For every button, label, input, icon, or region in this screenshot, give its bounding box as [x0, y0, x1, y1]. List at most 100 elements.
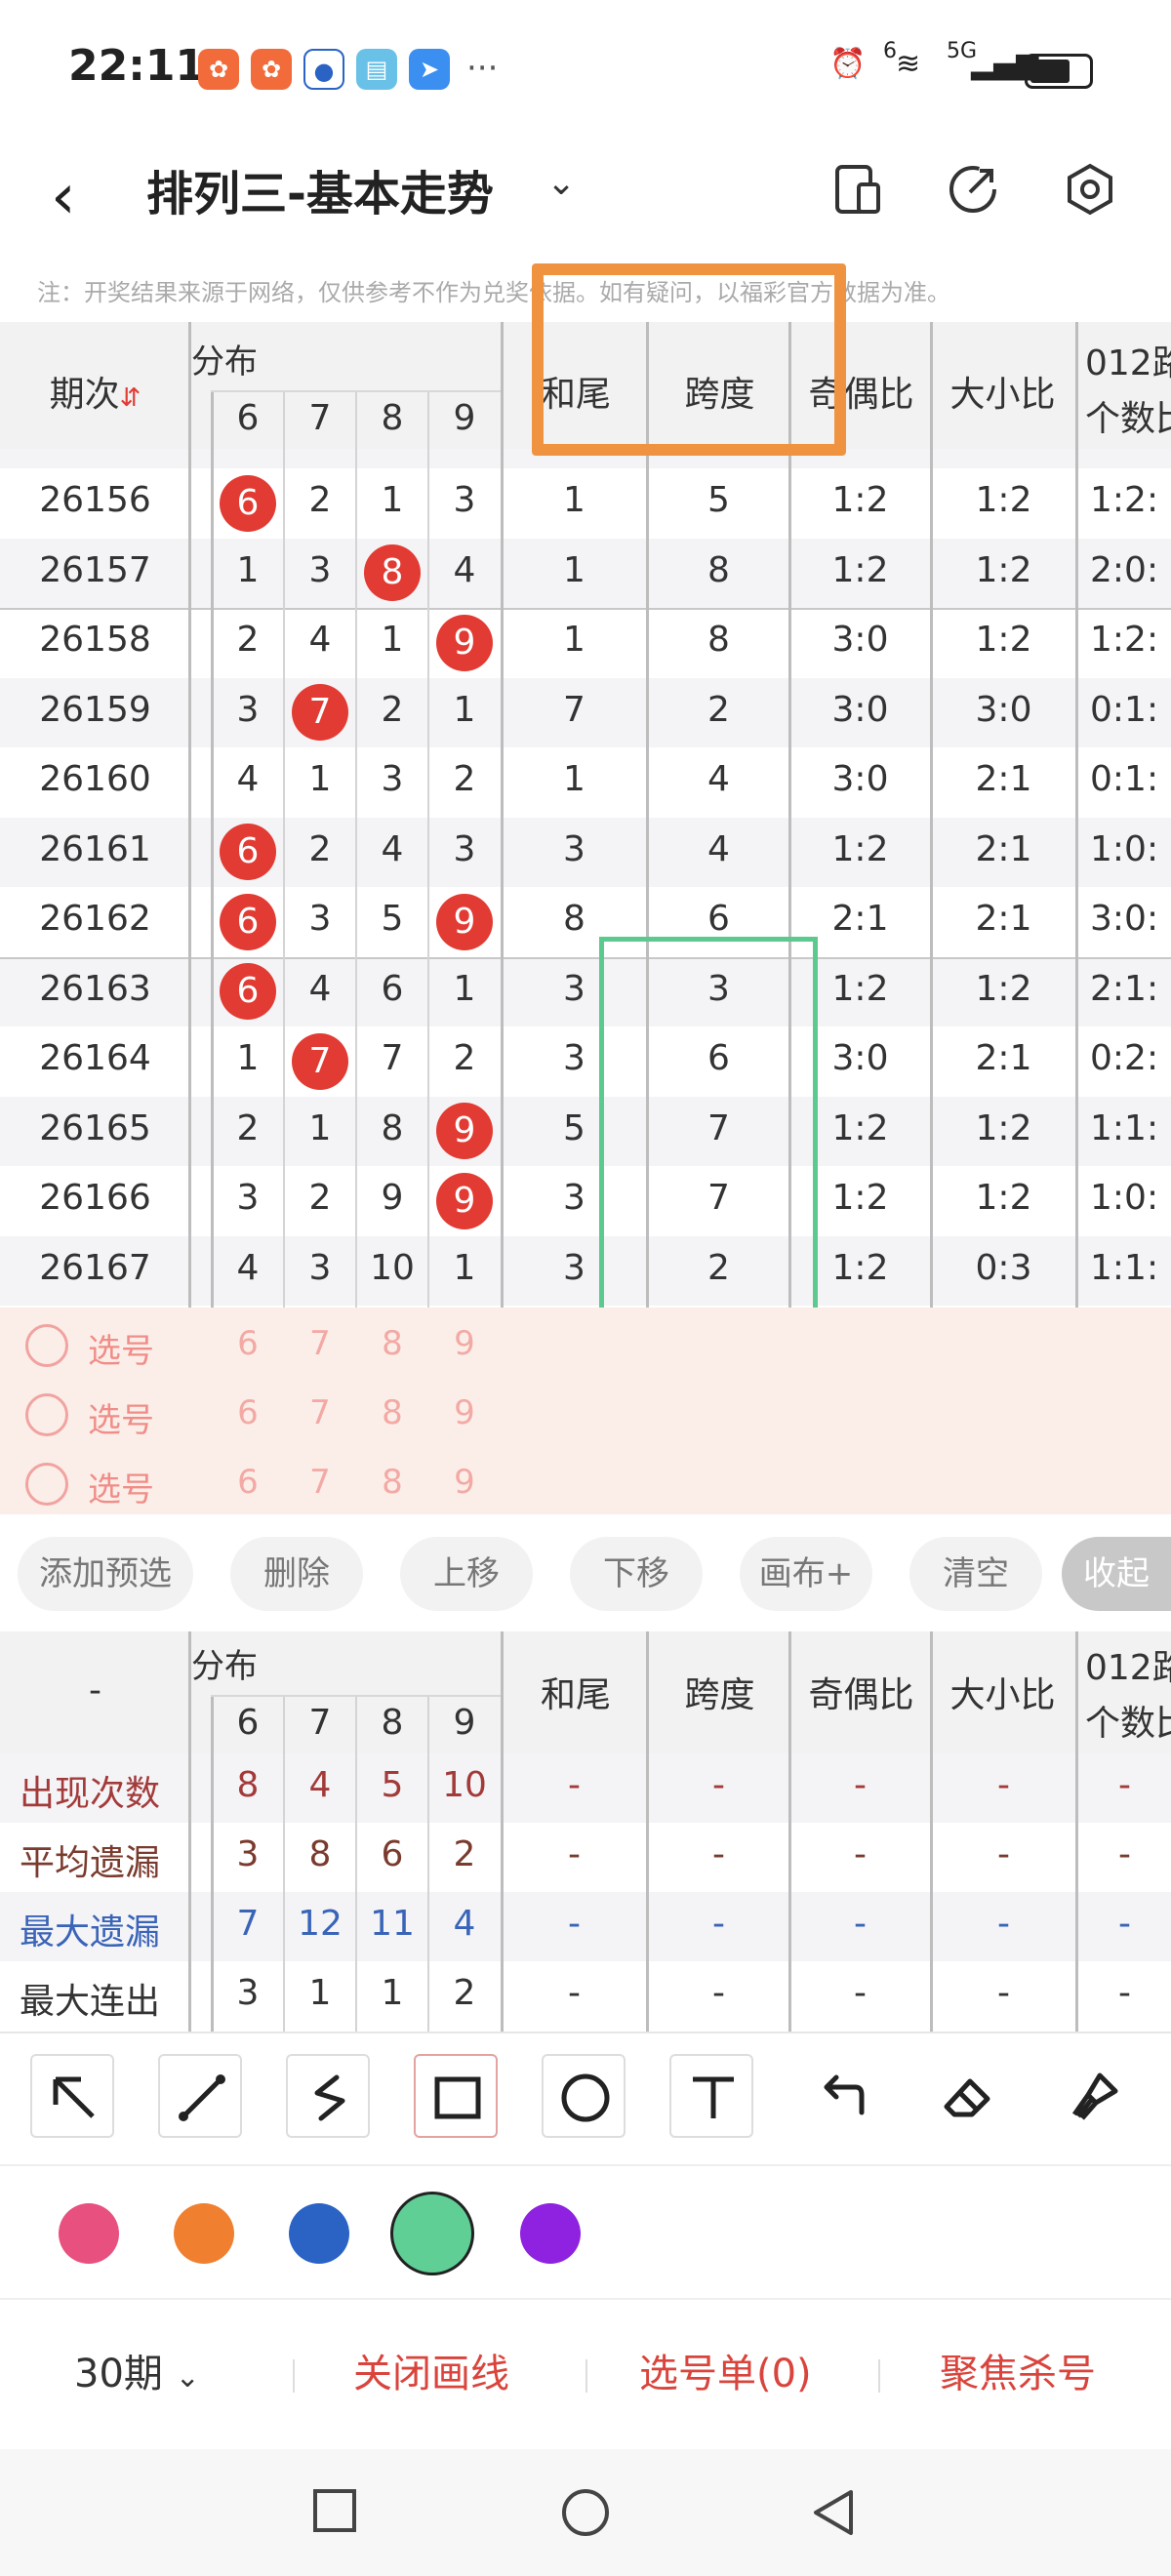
collapse-button[interactable]: 收起	[1062, 1537, 1171, 1611]
period-cell: 26164	[39, 1038, 151, 1078]
stats-dash: -	[854, 1765, 867, 1805]
digit-cell: 3	[308, 549, 332, 590]
period-sort-header[interactable]: 期次⇵	[0, 366, 190, 417]
recent-apps-icon[interactable]	[310, 2486, 359, 2535]
circle-tool-button[interactable]	[542, 2054, 626, 2138]
eraser-icon[interactable]	[925, 2054, 1009, 2138]
pick-digit[interactable]: 9	[443, 1324, 486, 1363]
hit-number-ball: 6	[220, 963, 276, 1021]
focus-kill-button[interactable]: 聚焦杀号	[940, 2342, 1096, 2398]
stats-dash: -	[568, 1904, 581, 1944]
pick-label[interactable]: 选号	[88, 1463, 154, 1510]
share-icon[interactable]	[945, 161, 1001, 218]
divider	[586, 2359, 587, 2393]
period-select[interactable]: 30期 ⌄	[74, 2342, 200, 2398]
column-divider	[211, 1695, 214, 2032]
pick-list-button[interactable]: 选号单(0)	[639, 2342, 812, 2398]
home-icon[interactable]	[559, 2486, 612, 2539]
stats-sum-tail-header: 和尾	[540, 1675, 611, 1715]
settings-icon[interactable]	[1062, 161, 1118, 218]
circle-icon	[561, 2073, 610, 2122]
pick-digit[interactable]: 8	[371, 1463, 414, 1502]
odd-even-cell: 3:0	[831, 759, 889, 799]
close-drawing-button[interactable]: 关闭画线	[353, 2342, 509, 2398]
undo-icon[interactable]	[797, 2054, 881, 2138]
move-up-button[interactable]: 上移	[400, 1537, 533, 1611]
pick-digit[interactable]: 9	[443, 1463, 486, 1502]
canvas-plus-button[interactable]: 画布+	[740, 1537, 872, 1611]
color-swatch[interactable]	[59, 2203, 119, 2264]
sum-tail-cell: 1	[563, 759, 586, 799]
back-nav-icon[interactable]	[808, 2486, 861, 2539]
span-cell: 8	[707, 549, 730, 590]
pick-digit[interactable]: 8	[371, 1393, 414, 1432]
back-button[interactable]: ‹	[51, 161, 76, 233]
pick-digit[interactable]: 7	[299, 1463, 342, 1502]
digit-cell: 2	[381, 689, 404, 730]
pick-label[interactable]: 选号	[88, 1393, 154, 1441]
period-header-label: 期次	[49, 375, 120, 415]
text-tool-button[interactable]	[669, 2054, 753, 2138]
chevron-down-icon: ⌄	[175, 2360, 200, 2395]
add-preselect-button[interactable]: 添加预选	[18, 1537, 193, 1611]
chevron-down-icon[interactable]: ⌄	[546, 163, 576, 203]
color-swatch[interactable]	[520, 2203, 581, 2264]
header-divider	[211, 1695, 501, 1697]
digit-cell: 3	[308, 899, 332, 939]
big-small-cell: 1:2	[975, 549, 1032, 590]
stats-value: 3	[236, 1973, 260, 2013]
line-tool-button[interactable]	[158, 2054, 242, 2138]
arrow-tool-button[interactable]	[30, 2054, 114, 2138]
period-select-label: 30期	[74, 2352, 163, 2396]
stats-value: 10	[442, 1765, 487, 1805]
pick-digit[interactable]: 6	[226, 1393, 269, 1432]
pick-digit[interactable]: 6	[226, 1463, 269, 1502]
span-cell: 4	[707, 828, 730, 869]
hit-number-ball: 8	[364, 544, 421, 602]
column-divider	[788, 1631, 791, 2032]
digit-cell: 2	[236, 1107, 260, 1148]
digit-cell: 3	[453, 828, 476, 869]
rectangle-tool-button[interactable]	[414, 2054, 498, 2138]
column-divider	[646, 1631, 649, 2032]
clear-button[interactable]: 清空	[909, 1537, 1042, 1611]
pick-radio[interactable]	[25, 1324, 68, 1367]
stats-value: 12	[298, 1904, 343, 1944]
color-swatch[interactable]	[174, 2203, 234, 2264]
divider	[878, 2359, 880, 2393]
pick-label[interactable]: 选号	[88, 1324, 154, 1372]
stats-value: 11	[370, 1904, 415, 1944]
digit-cell: 1	[381, 620, 404, 660]
span-cell: 2	[707, 689, 730, 730]
period-cell: 26162	[39, 899, 151, 939]
road-cell: 3:0:	[1090, 899, 1159, 939]
color-swatch[interactable]	[289, 2203, 349, 2264]
freehand-tool-button[interactable]	[286, 2054, 370, 2138]
pick-radio[interactable]	[25, 1393, 68, 1436]
status-bar: 22:11 ✿ ✿ ● ▤ ➤ ··· ⏰ 6 ≋ 5G ▂▄▆	[0, 0, 1171, 141]
delete-button[interactable]: 删除	[230, 1537, 363, 1611]
pick-digit[interactable]: 9	[443, 1393, 486, 1432]
feather-app-icon: ➤	[409, 49, 450, 90]
odd-even-cell: 1:2	[831, 549, 889, 590]
stats-value: 8	[308, 1834, 332, 1874]
more-notifications-icon: ···	[466, 49, 499, 88]
pick-digit[interactable]: 8	[371, 1324, 414, 1363]
phone-layout-icon[interactable]	[829, 161, 886, 218]
row-group-divider	[0, 608, 1171, 610]
road-cell: 1:1:	[1090, 1247, 1159, 1288]
move-down-button[interactable]: 下移	[570, 1537, 703, 1611]
pick-digit[interactable]: 7	[299, 1393, 342, 1432]
digit-header-8: 8	[381, 398, 404, 438]
color-swatch[interactable]	[390, 2192, 474, 2275]
wifi-icon: ≋	[896, 47, 921, 81]
pick-digit[interactable]: 7	[299, 1324, 342, 1363]
stats-value: 3	[236, 1834, 260, 1874]
pick-radio[interactable]	[25, 1463, 68, 1506]
brush-clear-icon[interactable]	[1053, 2054, 1137, 2138]
distribution-header: 分布	[191, 342, 258, 382]
digit-cell: 10	[370, 1247, 415, 1288]
pick-digit[interactable]: 6	[226, 1324, 269, 1363]
stats-dash: -	[712, 1765, 725, 1805]
page-title[interactable]: 排列三-基本走势	[146, 155, 494, 223]
